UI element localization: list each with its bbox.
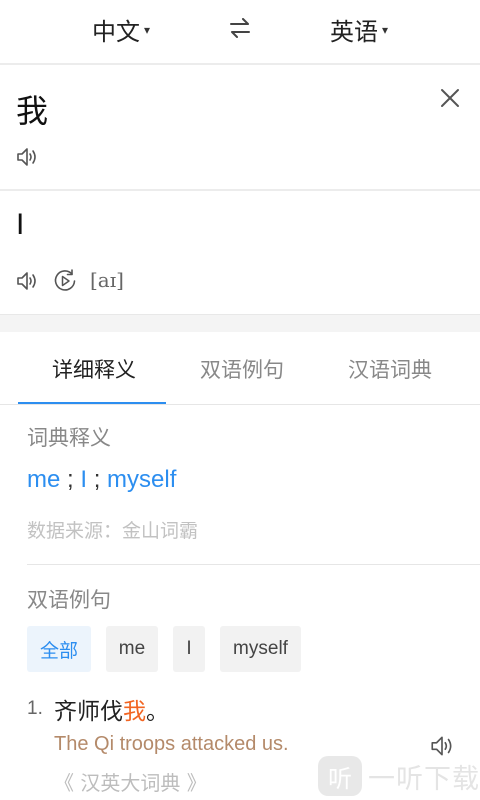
close-icon <box>441 89 459 107</box>
data-source-text: 数据来源：金山词霸 <box>27 520 199 542</box>
example-english-sentence: The Qi troops attacked us. <box>54 733 289 755</box>
example-highlight: 我 <box>123 699 146 725</box>
watermark-text: 一听下载 <box>368 763 480 795</box>
replay-icon <box>54 269 76 291</box>
speaker-icon <box>17 272 36 290</box>
filter-chip-myself[interactable]: myself <box>220 626 301 672</box>
meaning-link[interactable]: I <box>80 466 87 493</box>
dictionary-section-title: 词典释义 <box>27 426 111 450</box>
meaning-link[interactable]: me <box>27 466 60 493</box>
caret-down-icon: ▾ <box>144 22 151 37</box>
section-separator <box>0 314 480 332</box>
example-chinese-text: 。 <box>146 699 169 725</box>
example-index: 1. <box>27 698 43 719</box>
translation-result: I <box>16 208 25 241</box>
speaker-icon <box>17 148 36 166</box>
source-speaker-button[interactable] <box>15 145 39 169</box>
bilingual-section-title: 双语例句 <box>27 588 111 612</box>
divider <box>0 63 480 65</box>
swap-languages-button[interactable] <box>226 12 254 44</box>
tab-detailed-definition[interactable]: 详细释义 <box>52 354 136 384</box>
caret-down-icon: ▾ <box>382 22 389 37</box>
swap-arrows-icon <box>230 18 250 38</box>
source-language-selector[interactable]: 中文 ▾ <box>92 12 150 47</box>
tab-chinese-dictionary[interactable]: 汉语词典 <box>348 354 432 384</box>
meaning-link[interactable]: myself <box>107 466 176 493</box>
source-language-label: 中文 <box>92 18 140 46</box>
example-chinese-text: 齐师伐 <box>54 699 123 725</box>
filter-chip-all[interactable]: 全部 <box>27 626 91 672</box>
divider <box>0 189 480 191</box>
divider <box>27 564 480 565</box>
clear-input-button[interactable] <box>438 86 462 110</box>
result-speaker-button[interactable] <box>15 269 39 293</box>
language-bar: 中文 ▾ 英语 ▾ <box>0 0 480 60</box>
divider <box>0 404 480 405</box>
filter-chip-me[interactable]: me <box>106 626 158 672</box>
replay-button[interactable] <box>52 268 78 294</box>
watermark: 听 一听下载 <box>318 756 480 796</box>
meaning-separator: ; <box>93 466 101 493</box>
tab-bilingual-examples[interactable]: 双语例句 <box>200 354 284 384</box>
example-chinese-sentence: 齐师伐我。 <box>54 692 169 726</box>
target-language-label: 英语 <box>330 18 378 46</box>
meaning-separator: ; <box>67 466 74 493</box>
example-source: 《 汉英大词典 》 <box>54 771 207 795</box>
tab-bar: 详细释义 双语例句 汉语词典 <box>0 332 480 406</box>
watermark-logo: 听 <box>318 756 362 796</box>
target-language-selector[interactable]: 英语 ▾ <box>330 12 388 47</box>
dictionary-meanings: me ; I ; myself <box>27 466 176 494</box>
input-text[interactable]: 我 <box>16 86 48 132</box>
filter-chip-i[interactable]: I <box>173 626 205 672</box>
phonetic-text: [aɪ] <box>90 268 124 292</box>
